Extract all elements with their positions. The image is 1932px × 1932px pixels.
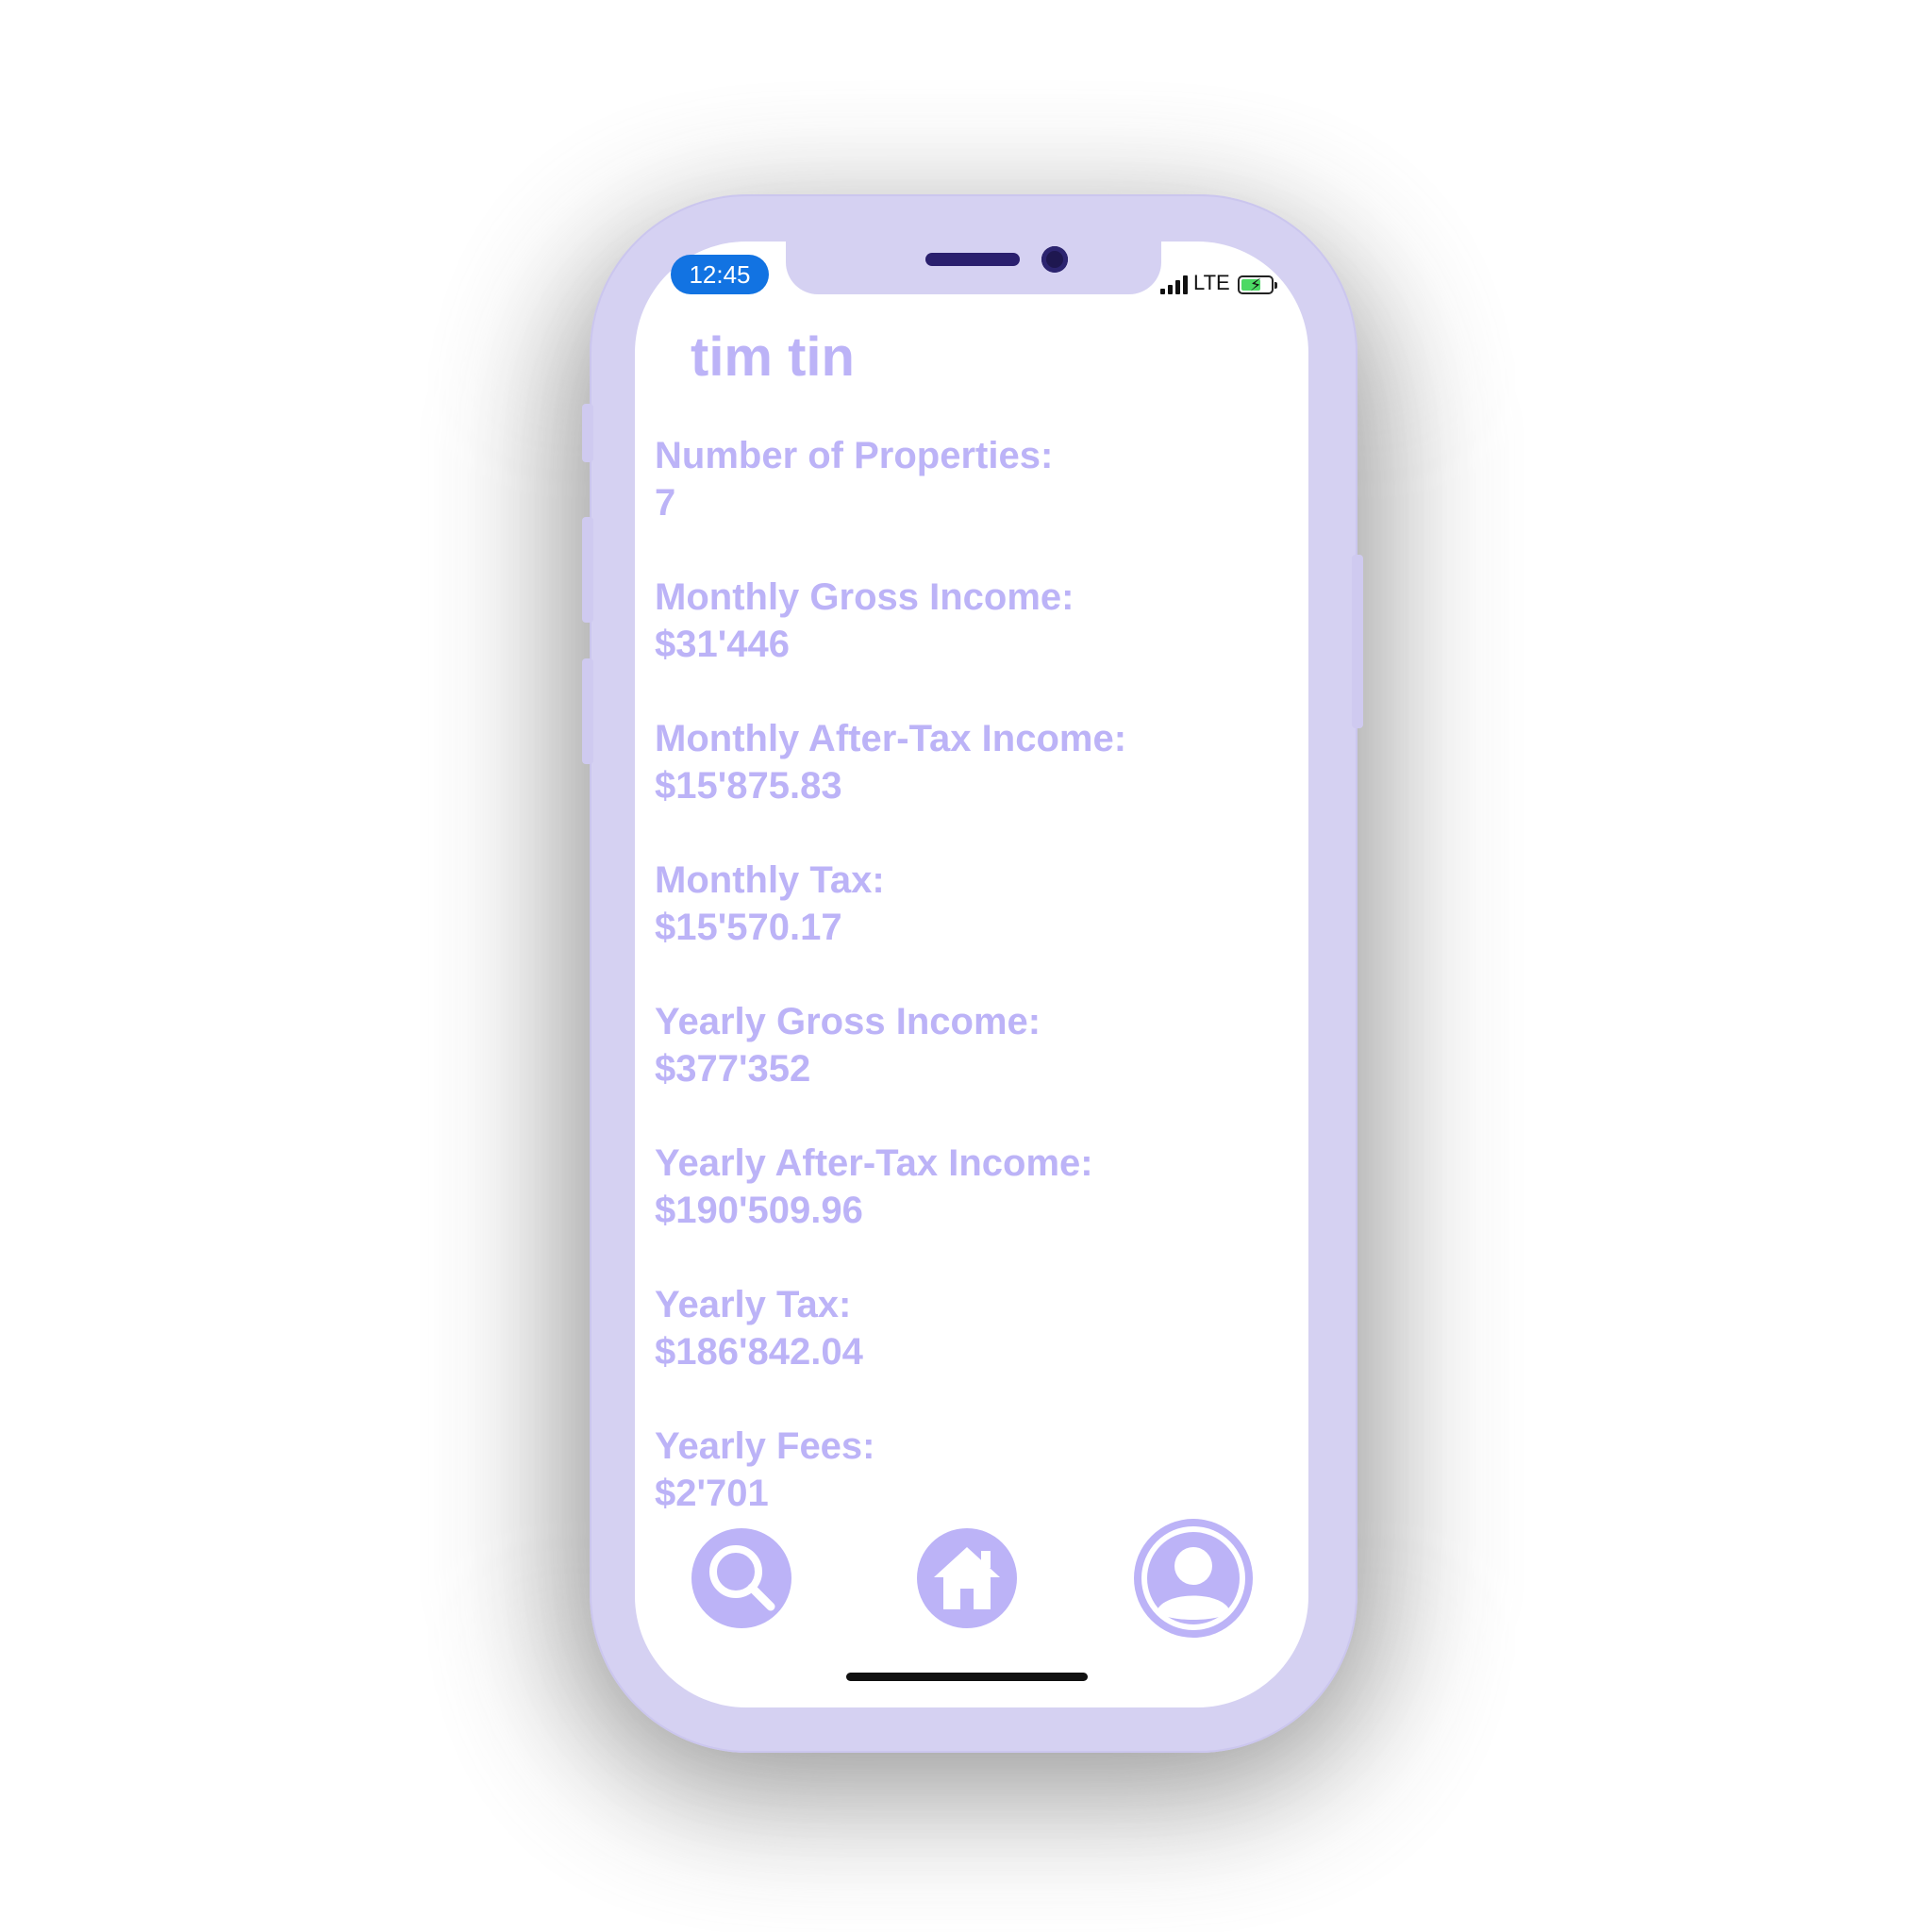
- network-label: LTE: [1193, 271, 1230, 294]
- stat-label: Yearly Tax:: [655, 1284, 852, 1325]
- side-button-volume-up: [582, 517, 593, 623]
- status-time: 12:45: [671, 255, 769, 294]
- stat-yearly-gross-income: Yearly Gross Income: $377'352: [655, 998, 1277, 1140]
- side-button-silent: [582, 404, 593, 462]
- home-icon: [934, 1547, 1000, 1609]
- stat-label: Number of Properties:: [655, 435, 1054, 476]
- stat-label: Yearly Gross Income:: [655, 1001, 1041, 1042]
- stat-number-of-properties: Number of Properties: 7: [655, 432, 1277, 574]
- stat-value: $15'875.83: [655, 765, 842, 807]
- stat-monthly-after-tax-income: Monthly After-Tax Income: $15'875.83: [655, 715, 1277, 857]
- nav-home-button[interactable]: [917, 1528, 1017, 1628]
- stat-value: $15'570.17: [655, 907, 842, 948]
- bottom-nav: [635, 1519, 1308, 1651]
- stats-list: Number of Properties: 7 Monthly Gross In…: [655, 432, 1277, 1564]
- search-icon: [709, 1545, 775, 1611]
- nav-search-button[interactable]: [691, 1528, 791, 1628]
- profile-name: tim tin: [691, 326, 855, 388]
- nav-profile-button[interactable]: [1134, 1519, 1253, 1638]
- stat-yearly-tax: Yearly Tax: $186'842.04: [655, 1281, 1277, 1423]
- status-indicators: LTE ⚡: [1160, 266, 1277, 294]
- stat-label: Monthly Gross Income:: [655, 576, 1074, 618]
- front-camera: [1041, 246, 1068, 273]
- device-mockup: 12:45 LTE ⚡ tim tin Number of Properties…: [0, 0, 1932, 1932]
- side-button-volume-down: [582, 658, 593, 764]
- stat-label: Yearly After-Tax Income:: [655, 1142, 1093, 1184]
- signal-icon: [1160, 275, 1188, 294]
- battery-icon: ⚡: [1237, 275, 1277, 294]
- stat-monthly-gross-income: Monthly Gross Income: $31'446: [655, 574, 1277, 715]
- speaker-grille: [925, 253, 1020, 266]
- stat-value: $31'446: [655, 624, 790, 665]
- stat-label: Monthly Tax:: [655, 859, 885, 901]
- stat-value: $2'701: [655, 1473, 769, 1514]
- stat-label: Yearly Fees:: [655, 1425, 875, 1467]
- stat-yearly-after-tax-income: Yearly After-Tax Income: $190'509.96: [655, 1140, 1277, 1281]
- stat-label: Monthly After-Tax Income:: [655, 718, 1127, 759]
- stat-value: 7: [655, 482, 676, 524]
- stat-monthly-tax: Monthly Tax: $15'570.17: [655, 857, 1277, 998]
- side-button-power: [1352, 555, 1363, 728]
- stat-value: $186'842.04: [655, 1331, 863, 1373]
- stat-value: $377'352: [655, 1048, 811, 1090]
- profile-icon: [1141, 1526, 1245, 1630]
- notch: [786, 242, 1161, 294]
- stat-value: $190'509.96: [655, 1190, 863, 1231]
- home-indicator[interactable]: [846, 1673, 1088, 1681]
